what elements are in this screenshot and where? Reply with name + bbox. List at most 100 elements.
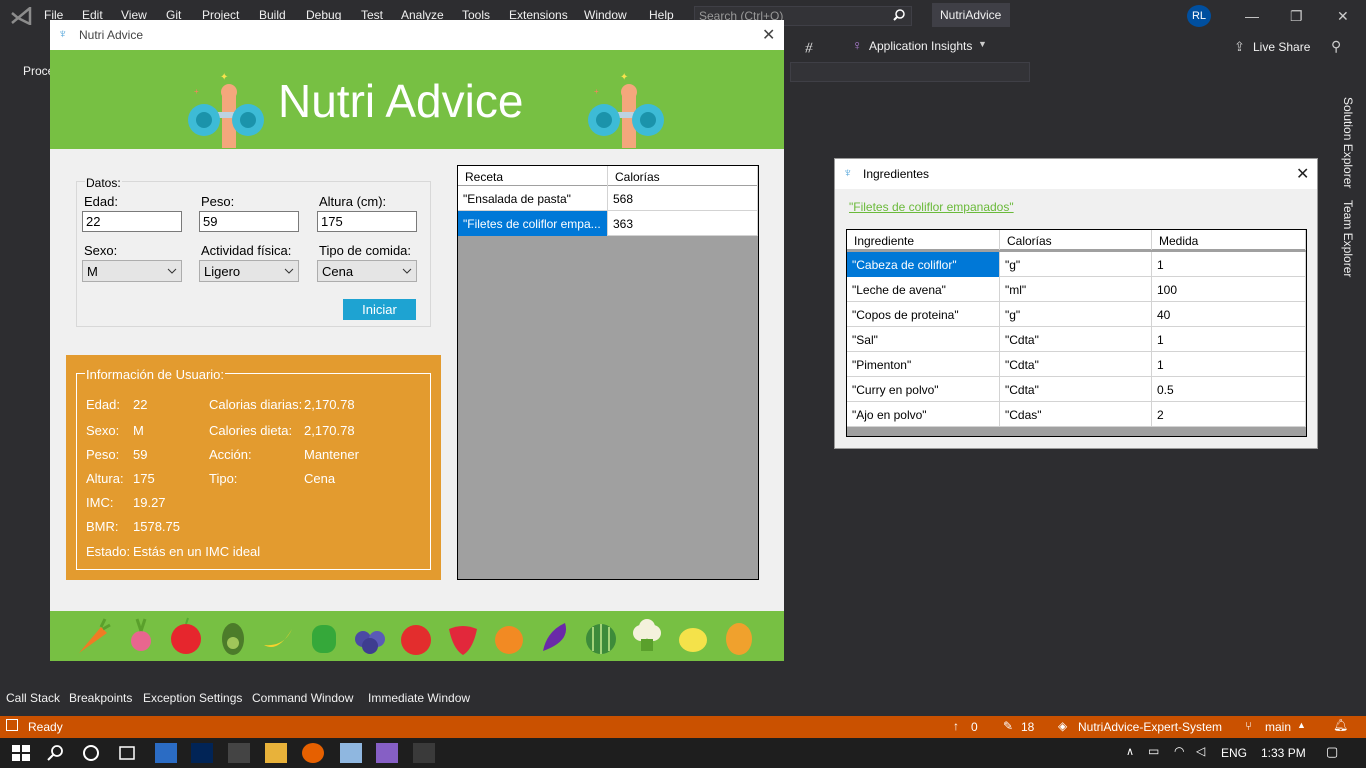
column-header[interactable]: Medida	[1152, 230, 1306, 250]
column-header[interactable]: Calorías	[608, 166, 758, 186]
cortana-icon[interactable]	[80, 743, 102, 763]
table-row[interactable]: "Ensalada de pasta" 568	[458, 186, 758, 211]
app-icon-1[interactable]	[155, 743, 177, 763]
ingrediente-cell-selected[interactable]: "Cabeza de coliflor"	[847, 252, 1000, 277]
taskbar-search-icon[interactable]	[45, 743, 67, 763]
clock[interactable]: 1:33 PM	[1261, 746, 1306, 760]
team-explorer-tab[interactable]: Team Explorer	[1341, 200, 1355, 277]
receta-cell[interactable]: "Ensalada de pasta"	[458, 186, 608, 211]
pencil-icon[interactable]: ✎	[1003, 719, 1013, 733]
column-header[interactable]: Calorías	[1000, 230, 1152, 250]
notepad-icon[interactable]	[340, 743, 362, 763]
volume-icon[interactable]: ◁	[1196, 744, 1205, 758]
medida-cell[interactable]: 1	[1152, 252, 1306, 277]
info-value-edad: 22	[133, 397, 148, 412]
iniciar-button[interactable]: Iniciar	[343, 299, 416, 320]
toolbar-tool-icon[interactable]: ⧣	[805, 38, 813, 55]
minimize-icon[interactable]: —	[1245, 8, 1259, 24]
recetas-grid[interactable]: Receta Calorías "Ensalada de pasta" 568 …	[457, 165, 759, 580]
tab-exception-settings[interactable]: Exception Settings	[143, 691, 242, 705]
status-repo[interactable]: NutriAdvice-Expert-System	[1078, 720, 1222, 734]
avatar[interactable]: RL	[1187, 5, 1211, 27]
actividad-select[interactable]: Ligero	[199, 260, 299, 282]
table-row[interactable]: "Pimenton" "Cdta" 1	[847, 352, 1306, 377]
calorias-cell[interactable]: "g"	[1000, 302, 1152, 327]
edad-input[interactable]: 22	[82, 211, 182, 232]
medida-cell[interactable]: 1	[1152, 327, 1306, 352]
notification-bell-icon[interactable]: 🔔︎	[1333, 718, 1348, 732]
peso-input[interactable]: 59	[199, 211, 299, 232]
table-row[interactable]: "Filetes de coliflor empa... 363	[458, 211, 758, 236]
table-row[interactable]: "Cabeza de coliflor" "g" 1	[847, 252, 1306, 277]
ingrediente-cell[interactable]: "Pimenton"	[847, 352, 1000, 377]
table-row[interactable]: "Copos de proteina" "g" 40	[847, 302, 1306, 327]
table-row[interactable]: "Sal" "Cdta" 1	[847, 327, 1306, 352]
wifi-icon[interactable]: ◠	[1174, 744, 1184, 758]
app-insights-button[interactable]: Application Insights	[869, 39, 972, 53]
medida-cell[interactable]: 2	[1152, 402, 1306, 427]
medida-cell[interactable]: 1	[1152, 352, 1306, 377]
table-row[interactable]: "Leche de avena" "ml" 100	[847, 277, 1306, 302]
feedback-icon[interactable]: ⚲	[1331, 38, 1341, 55]
medida-cell[interactable]: 40	[1152, 302, 1306, 327]
receta-link[interactable]: "Filetes de coliflor empanados"	[849, 200, 1014, 214]
action-center-icon[interactable]: ▢	[1326, 744, 1338, 760]
firefox-icon[interactable]	[302, 743, 324, 763]
medida-cell[interactable]: 0.5	[1152, 377, 1306, 402]
terminal-icon[interactable]	[228, 743, 250, 763]
toolbar-dropdown[interactable]	[790, 62, 1030, 82]
language-indicator[interactable]: ENG	[1221, 746, 1247, 760]
chevron-up-icon[interactable]: ▲	[1297, 720, 1306, 730]
ingrediente-cell[interactable]: "Curry en polvo"	[847, 377, 1000, 402]
calorias-cell[interactable]: "Cdas"	[1000, 402, 1152, 427]
altura-input[interactable]: 175	[317, 211, 417, 232]
sexo-select[interactable]: M	[82, 260, 182, 282]
status-branch[interactable]: main	[1265, 720, 1291, 734]
status-up-count[interactable]: 0	[971, 720, 978, 734]
file-explorer-icon[interactable]	[265, 743, 287, 763]
live-share-button[interactable]: Live Share	[1253, 40, 1310, 54]
battery-icon[interactable]: ▭	[1148, 744, 1159, 758]
arrow-up-icon[interactable]: ↑	[953, 719, 959, 733]
close-icon[interactable]: ✕	[1296, 164, 1309, 184]
table-row[interactable]: "Ajo en polvo" "Cdas" 2	[847, 402, 1306, 427]
receta-cell-selected[interactable]: "Filetes de coliflor empa...	[458, 211, 608, 236]
info-label: Tipo:	[209, 471, 238, 486]
chevron-down-icon[interactable]: ▼	[978, 39, 987, 49]
calorias-cell[interactable]: "Cdta"	[1000, 327, 1152, 352]
column-header[interactable]: Ingrediente	[847, 230, 1000, 250]
tipo-select[interactable]: Cena	[317, 260, 417, 282]
tab-command-window[interactable]: Command Window	[252, 691, 353, 705]
ingredientes-grid[interactable]: Ingrediente Calorías Medida "Cabeza de c…	[846, 229, 1307, 437]
ingrediente-cell[interactable]: "Leche de avena"	[847, 277, 1000, 302]
solution-explorer-tab[interactable]: Solution Explorer	[1341, 97, 1355, 188]
ingrediente-cell[interactable]: "Sal"	[847, 327, 1000, 352]
info-value-accion: Mantener	[304, 447, 359, 462]
task-view-icon[interactable]	[116, 743, 138, 763]
status-edit-count[interactable]: 18	[1021, 720, 1034, 734]
calorias-cell[interactable]: "Cdta"	[1000, 377, 1152, 402]
close-icon[interactable]: ✕	[1337, 8, 1349, 25]
ingrediente-cell[interactable]: "Copos de proteina"	[847, 302, 1000, 327]
tab-call-stack[interactable]: Call Stack	[6, 691, 60, 705]
search-icon[interactable]	[893, 9, 905, 21]
medida-cell[interactable]: 100	[1152, 277, 1306, 302]
calorias-cell[interactable]: 363	[608, 211, 758, 236]
visual-studio-taskbar-icon[interactable]	[376, 743, 398, 763]
window-title: Nutri Advice	[79, 28, 144, 42]
tab-breakpoints[interactable]: Breakpoints	[69, 691, 132, 705]
windows-start-icon[interactable]	[10, 743, 32, 763]
column-header[interactable]: Receta	[458, 166, 608, 186]
close-icon[interactable]: ✕	[762, 25, 775, 45]
calorias-cell[interactable]: "ml"	[1000, 277, 1152, 302]
calorias-cell[interactable]: 568	[608, 186, 758, 211]
calorias-cell[interactable]: "g"	[1000, 252, 1152, 277]
ingrediente-cell[interactable]: "Ajo en polvo"	[847, 402, 1000, 427]
calorias-cell[interactable]: "Cdta"	[1000, 352, 1152, 377]
powershell-icon[interactable]	[191, 743, 213, 763]
nutri-advice-taskbar-icon[interactable]	[413, 743, 435, 763]
table-row[interactable]: "Curry en polvo" "Cdta" 0.5	[847, 377, 1306, 402]
tray-chevron-icon[interactable]: ∧	[1126, 745, 1134, 758]
restore-icon[interactable]: ❐	[1290, 8, 1303, 25]
tab-immediate-window[interactable]: Immediate Window	[368, 691, 470, 705]
